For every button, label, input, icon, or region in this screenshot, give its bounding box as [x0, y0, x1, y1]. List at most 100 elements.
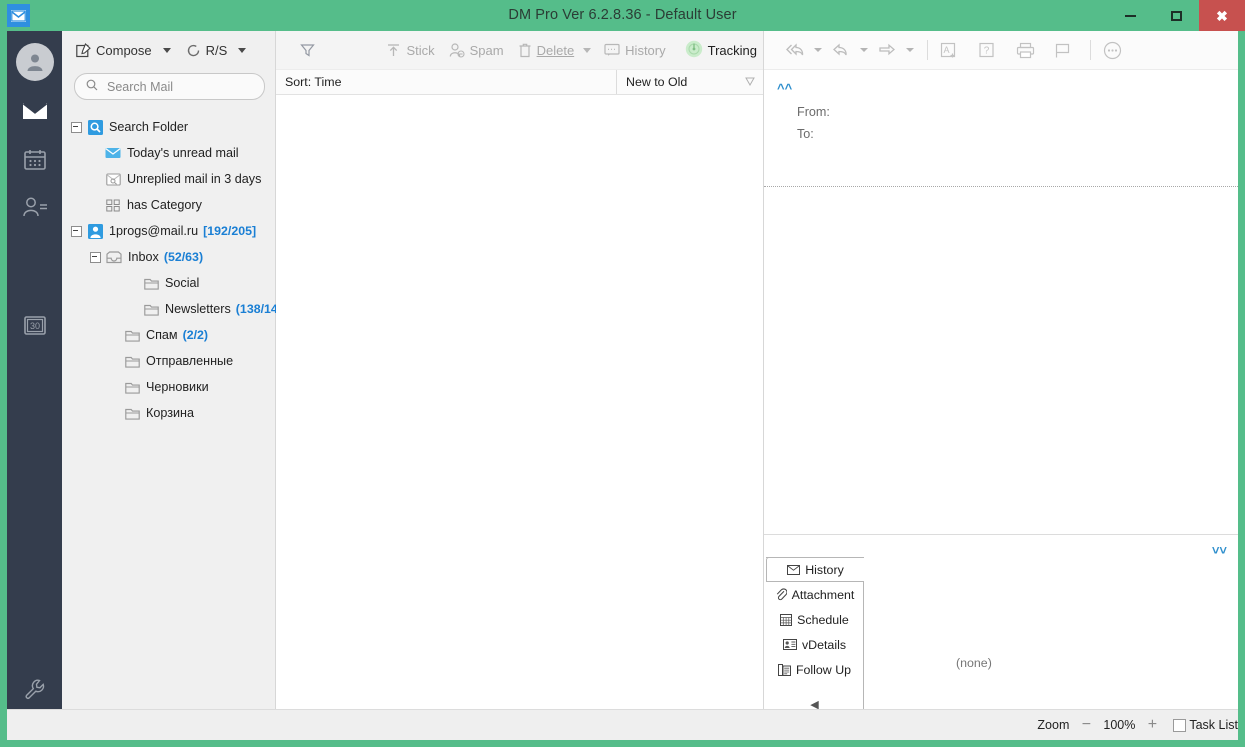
reading-pane-toolbar: A ?: [764, 31, 1238, 70]
folder-label: Черновики: [146, 380, 209, 394]
rail-item-mail[interactable]: [7, 87, 62, 135]
filter-button[interactable]: [294, 40, 321, 61]
folder-label: has Category: [127, 198, 202, 212]
reply-all-icon[interactable]: [782, 37, 808, 63]
sort-order-caret-icon: [745, 70, 755, 94]
more-icon[interactable]: [1099, 37, 1125, 63]
close-button[interactable]: ✖: [1199, 0, 1245, 31]
spam-button[interactable]: Spam: [443, 40, 510, 61]
search-mail-box[interactable]: [74, 73, 265, 100]
detail-tab-followup[interactable]: Follow Up: [766, 657, 863, 682]
reading-pane: A ? ^^ From: To: ˅˅ History Attachment S…: [764, 31, 1238, 740]
zoom-out-button[interactable]: −: [1079, 716, 1093, 734]
folder-item-drafts[interactable]: Черновики: [62, 374, 275, 400]
search-input[interactable]: [105, 78, 249, 95]
message-list-pane: Stick Spam Delete History Tracking Sort:…: [276, 31, 764, 740]
detail-tab-attachment[interactable]: Attachment: [766, 582, 863, 607]
folder-label: Today's unread mail: [127, 146, 239, 160]
message-list-toolbar: Stick Spam Delete History Tracking: [276, 31, 763, 70]
folder-pane: Compose R/S Search Folder Today's unread …: [62, 31, 289, 740]
detail-tab-label: History: [805, 562, 844, 577]
folder-count: (2/2): [182, 328, 209, 342]
history-button[interactable]: History: [598, 40, 671, 61]
folder-label: Unreplied mail in 3 days: [127, 172, 262, 186]
category-icon: [105, 197, 121, 213]
delete-button[interactable]: Delete: [512, 40, 581, 61]
tracking-icon: [685, 40, 703, 61]
expander-toggle-icon[interactable]: [71, 121, 82, 133]
reply-all-dropdown-caret[interactable]: [814, 48, 822, 52]
to-row: To:: [764, 123, 1238, 145]
folder-item-account-1progs[interactable]: 1progs@mail.ru [192/205]: [62, 218, 275, 244]
folder-label: Отправленные: [146, 354, 234, 368]
spam-label: Spam: [469, 42, 504, 58]
search-icon: [86, 78, 98, 96]
folder-icon: [143, 301, 159, 317]
folder-item-has-category[interactable]: has Category: [62, 192, 275, 218]
detail-tab-label: Follow Up: [795, 662, 852, 677]
folder-item-trash[interactable]: Корзина: [62, 400, 275, 426]
zoom-in-button[interactable]: +: [1145, 716, 1159, 734]
folder-item-spam[interactable]: Спам (2/2): [62, 322, 275, 348]
application-window: DM Pro Ver 6.2.8.36 - Default User ✖ 30 …: [0, 0, 1245, 747]
rail-item-tools[interactable]: [7, 665, 62, 713]
expander-toggle-icon[interactable]: [71, 225, 82, 237]
message-list-empty-area[interactable]: [276, 95, 763, 740]
refresh-send-dropdown-caret[interactable]: [238, 47, 247, 53]
rail-item-calendar-month[interactable]: 30: [7, 301, 62, 349]
maximize-button[interactable]: [1153, 0, 1199, 31]
folder-label: Search Folder: [109, 120, 189, 134]
avatar[interactable]: [15, 43, 54, 81]
task-list-toggle[interactable]: Task List: [1173, 718, 1238, 732]
message-body[interactable]: [764, 187, 1238, 534]
delete-label: Delete: [536, 42, 575, 58]
expand-detail-chevron-icon[interactable]: ˅˅: [1212, 543, 1227, 558]
forward-dropdown-caret[interactable]: [906, 48, 914, 52]
stick-button[interactable]: Stick: [380, 40, 440, 61]
rail-item-contacts[interactable]: [7, 183, 62, 231]
task-list-checkbox[interactable]: [1173, 718, 1187, 732]
toolbar-separator-2: [1090, 40, 1091, 60]
from-row: From:: [764, 101, 1238, 123]
refresh-send-label: R/S: [205, 42, 228, 58]
sort-order[interactable]: New to Old: [616, 70, 763, 94]
folder-item-search-folder[interactable]: Search Folder: [62, 114, 275, 140]
status-bar: Zoom − 100% + Task List: [7, 709, 1238, 740]
delete-dropdown-caret[interactable]: [583, 47, 592, 53]
svg-text:A: A: [943, 45, 949, 55]
detail-tab-vdetails[interactable]: vDetails: [766, 632, 863, 657]
zoom-label: Zoom: [1037, 718, 1070, 732]
folder-label: Корзина: [146, 406, 194, 420]
expander-toggle-icon[interactable]: [90, 251, 101, 263]
flag-icon[interactable]: [1050, 37, 1076, 63]
folder-item-inbox[interactable]: Inbox (52/63): [62, 244, 275, 270]
reply-dropdown-caret[interactable]: [860, 48, 868, 52]
compose-dropdown-caret[interactable]: [162, 47, 171, 53]
help-icon[interactable]: ?: [974, 37, 1000, 63]
print-icon[interactable]: [1012, 37, 1038, 63]
rail-item-calendar[interactable]: [7, 135, 62, 183]
detail-tab-history[interactable]: History: [766, 557, 864, 582]
add-text-icon[interactable]: A: [936, 37, 962, 63]
folder-item-sent[interactable]: Отправленные: [62, 348, 275, 374]
minimize-button[interactable]: [1107, 0, 1153, 31]
tracking-button[interactable]: Tracking: [679, 37, 763, 64]
folder-item-social[interactable]: Social: [62, 270, 275, 296]
task-list-label: Task List: [1189, 718, 1238, 732]
followup-icon: [777, 663, 791, 676]
compose-button[interactable]: Compose: [72, 40, 156, 61]
collapse-header-chevron-icon[interactable]: ^^: [777, 81, 792, 96]
reply-icon[interactable]: [828, 37, 854, 63]
tracking-label: Tracking: [707, 42, 757, 58]
main-frame: 30 Compose R/S Search Mail Search Folder…: [7, 31, 1238, 740]
refresh-send-button[interactable]: R/S: [182, 40, 232, 61]
folder-item-unreplied-mail-3-days[interactable]: Unreplied mail in 3 days: [62, 166, 275, 192]
folder-item-newsletters[interactable]: Newsletters (138/140): [62, 296, 289, 322]
vcard-icon: [782, 639, 797, 650]
sort-field-label[interactable]: Sort: Time: [276, 75, 616, 89]
forward-icon[interactable]: [874, 37, 900, 63]
zoom-value: 100%: [1103, 718, 1136, 732]
detail-tab-schedule[interactable]: Schedule: [766, 607, 863, 632]
folder-item-todays-unread-mail[interactable]: Today's unread mail: [62, 140, 275, 166]
envelope-icon: [787, 564, 801, 575]
